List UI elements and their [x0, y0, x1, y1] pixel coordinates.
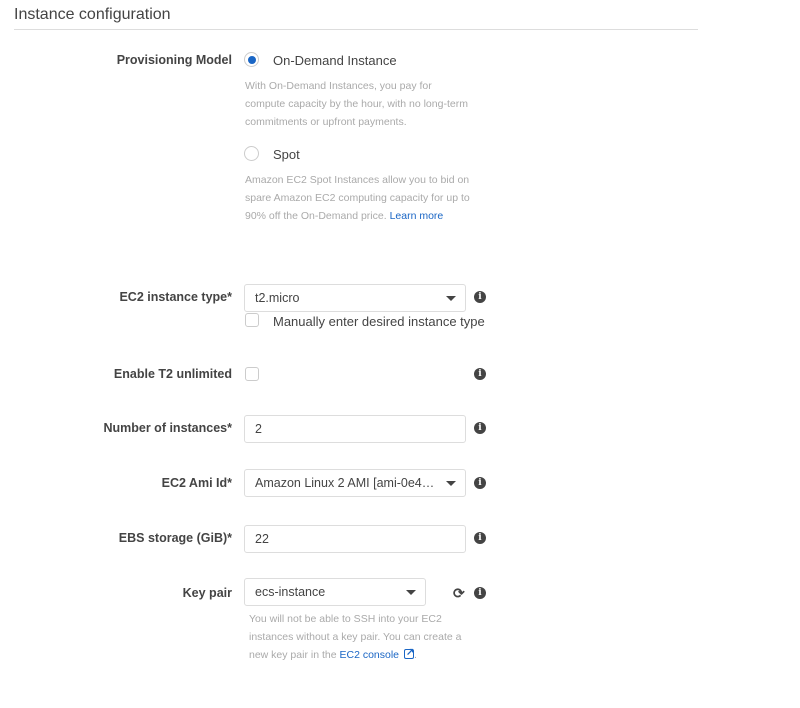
chevron-down-icon [446, 481, 456, 486]
t2-unlimited-checkbox[interactable] [245, 367, 259, 381]
ebs-input[interactable]: 22 [244, 525, 466, 553]
ec2-console-link[interactable]: EC2 console [339, 644, 414, 662]
num-instances-label: Number of instances* [103, 421, 232, 435]
learn-more-link[interactable]: Learn more [390, 210, 444, 222]
key-pair-help: You will not be able to SSH into your EC… [249, 610, 469, 664]
on-demand-help: With On-Demand Instances, you pay for co… [245, 80, 468, 128]
radio-spot[interactable] [244, 146, 259, 161]
info-icon[interactable]: i [474, 587, 486, 599]
key-pair-help-end: . [413, 649, 417, 661]
spot-help: Amazon EC2 Spot Instances allow you to b… [245, 171, 470, 225]
ebs-label: EBS storage (GiB)* [118, 531, 232, 545]
manual-instance-type-checkbox[interactable] [245, 313, 259, 327]
info-icon[interactable]: i [474, 368, 486, 380]
provisioning-model-label: Provisioning Model [116, 53, 232, 67]
info-icon[interactable]: i [474, 291, 486, 303]
key-pair-select[interactable]: ecs-instance [244, 578, 426, 606]
refresh-icon[interactable]: ⟳ [453, 586, 465, 600]
num-instances-input[interactable]: 2 [244, 415, 466, 443]
instance-type-value: t2.micro [255, 291, 300, 305]
section-divider [14, 29, 698, 30]
ami-select[interactable]: Amazon Linux 2 AMI [ami-0e43… [244, 469, 466, 497]
on-demand-label[interactable]: On-Demand Instance [273, 53, 397, 68]
ami-label: EC2 Ami Id* [161, 476, 232, 490]
chevron-down-icon [406, 590, 416, 595]
spot-label[interactable]: Spot [273, 147, 300, 162]
ami-value: Amazon Linux 2 AMI [ami-0e43… [255, 476, 440, 490]
manual-instance-type-label[interactable]: Manually enter desired instance type [273, 314, 485, 329]
info-icon[interactable]: i [474, 422, 486, 434]
key-pair-label: Key pair [182, 586, 232, 600]
ec2-console-link-text[interactable]: EC2 console [339, 649, 399, 661]
section-title: Instance configuration [14, 6, 171, 23]
instance-type-select[interactable]: t2.micro [244, 284, 466, 312]
info-icon[interactable]: i [474, 477, 486, 489]
instance-type-label: EC2 instance type* [119, 290, 232, 304]
t2-unlimited-label: Enable T2 unlimited [113, 367, 232, 381]
key-pair-value: ecs-instance [255, 585, 326, 599]
external-link-icon [403, 644, 414, 662]
radio-on-demand[interactable] [244, 52, 259, 67]
info-icon[interactable]: i [474, 532, 486, 544]
chevron-down-icon [446, 296, 456, 301]
